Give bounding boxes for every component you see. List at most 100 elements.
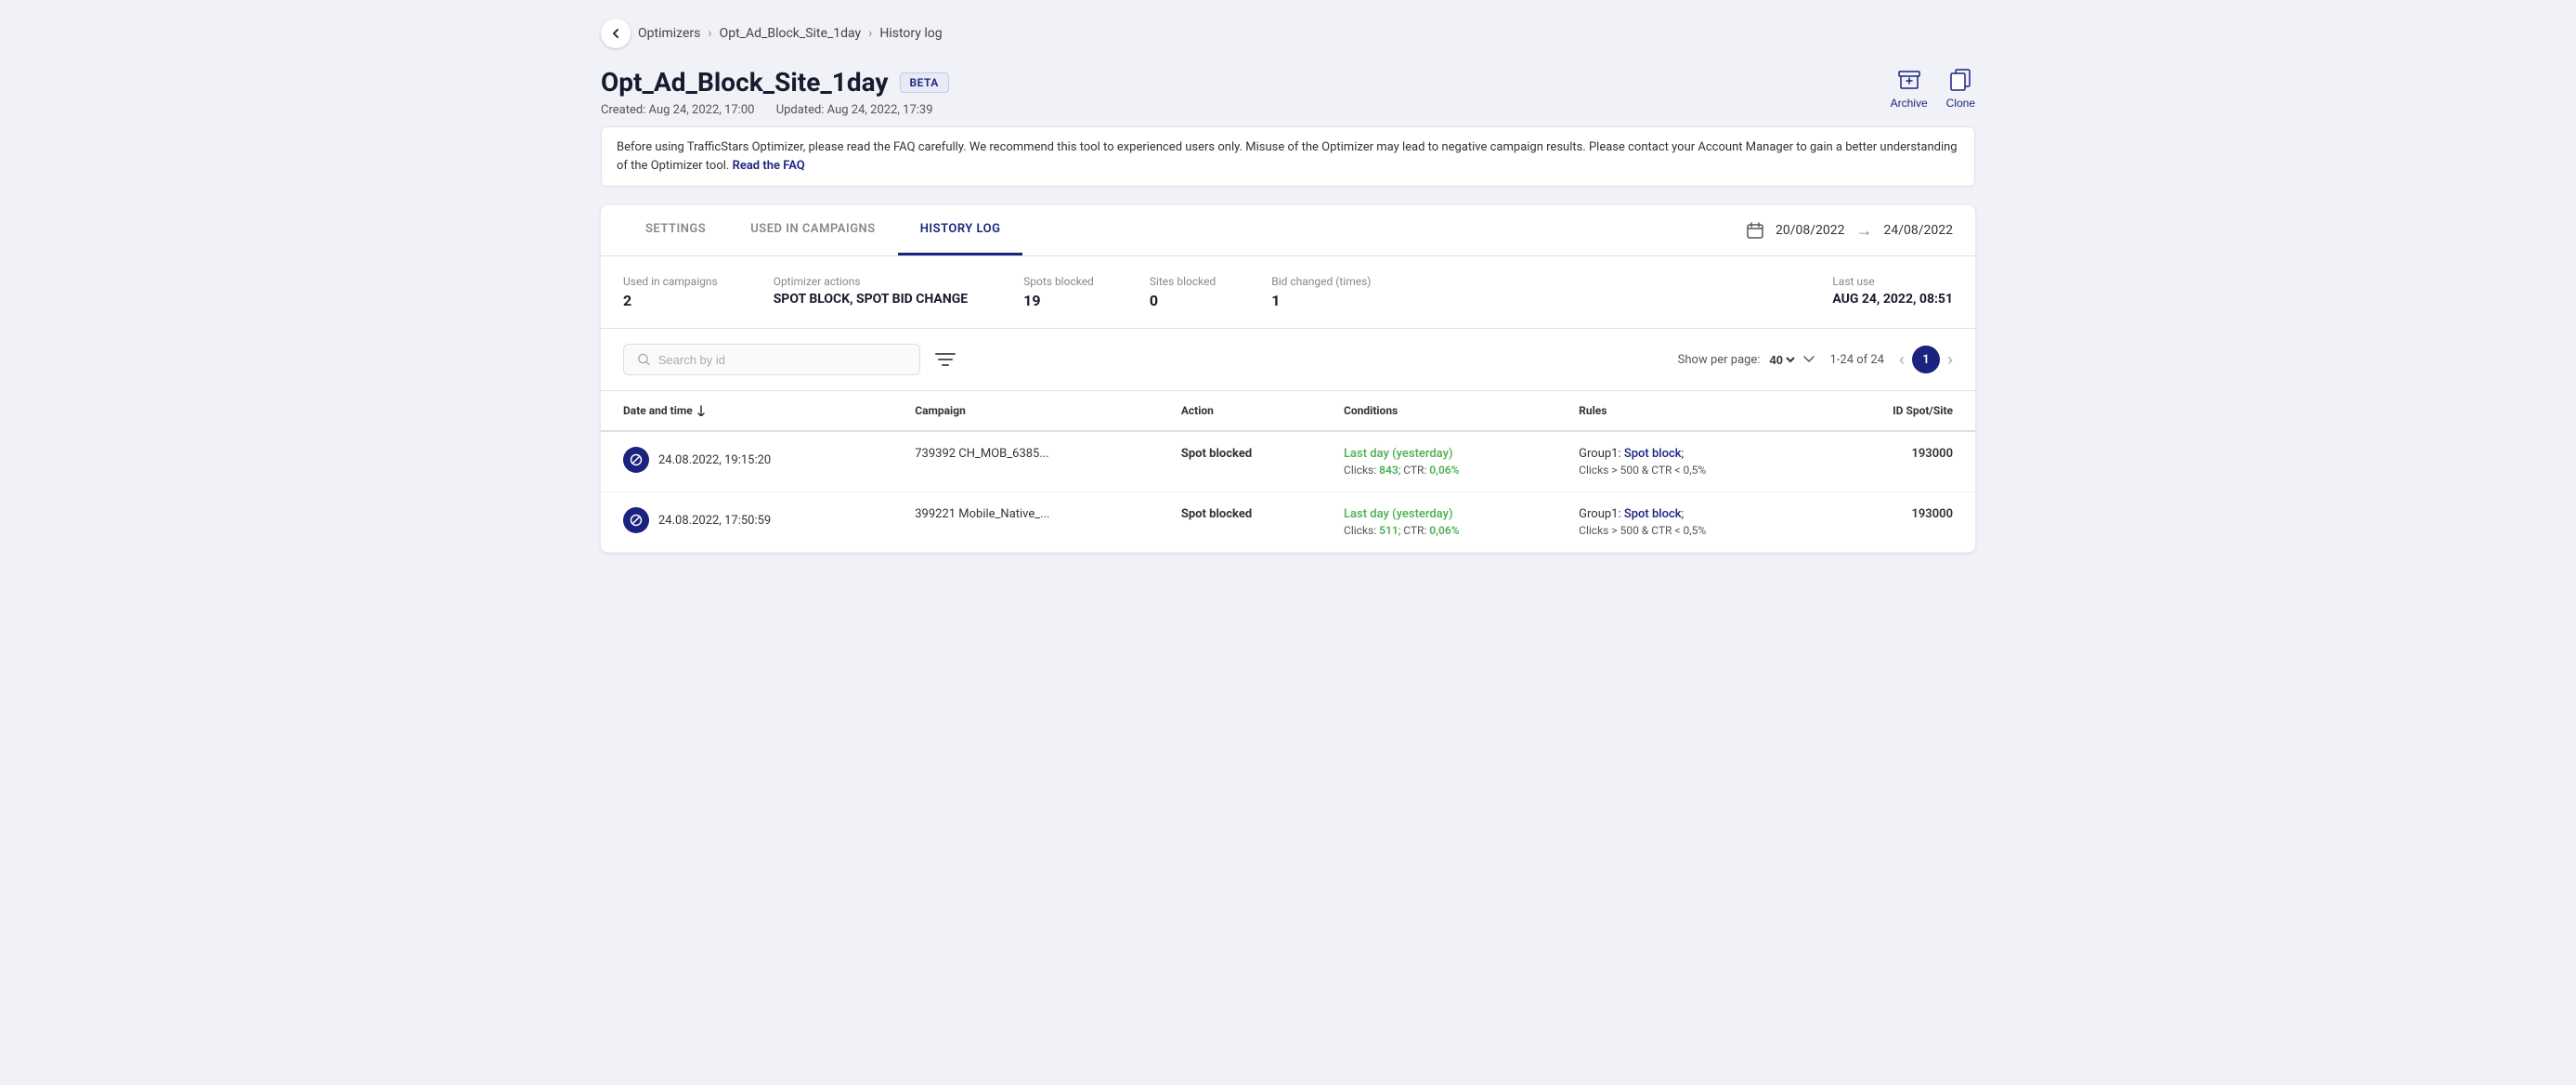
search-icon bbox=[637, 352, 651, 367]
beta-badge: BETA bbox=[900, 72, 949, 93]
created-meta: Created: Aug 24, 2022, 17:00 bbox=[601, 103, 754, 117]
cond-detail-0: Clicks: 843; CTR: 0,06% bbox=[1344, 464, 1549, 477]
th-datetime[interactable]: Date and time bbox=[601, 391, 900, 431]
rule-detail-1: Clicks > 500 & CTR < 0,5% bbox=[1579, 524, 1802, 537]
cell-id-spot-site-0: 193000 bbox=[1817, 431, 1975, 492]
breadcrumb-sep-1: › bbox=[708, 26, 711, 41]
cell-rules-0: Group1: Spot block; Clicks > 500 & CTR <… bbox=[1564, 431, 1817, 492]
stat-value-3: 0 bbox=[1150, 292, 1216, 309]
row-icon-1 bbox=[623, 507, 649, 533]
rule-link-0[interactable]: Spot block bbox=[1624, 447, 1682, 461]
pagination-range: 1-24 of 24 bbox=[1829, 353, 1884, 367]
clone-icon bbox=[1947, 67, 1973, 93]
main-card: SETTINGS USED IN CAMPAIGNS HISTORY LOG 2… bbox=[601, 205, 1975, 553]
tab-used-in-campaigns[interactable]: USED IN CAMPAIGNS bbox=[728, 205, 897, 255]
next-page-button[interactable]: › bbox=[1947, 351, 1953, 368]
search-input[interactable] bbox=[658, 353, 906, 367]
cond-period-1: Last day (yesterday) bbox=[1344, 507, 1549, 521]
date-range-picker[interactable]: 20/08/2022 → 24/08/2022 bbox=[1746, 221, 1953, 241]
cell-action-1: Spot blocked bbox=[1166, 492, 1329, 553]
header-actions: Archive Clone bbox=[1891, 67, 1975, 110]
cell-datetime-1: 24.08.2022, 17:50:59 bbox=[601, 492, 900, 553]
arrow-left-icon bbox=[608, 26, 623, 41]
table-row: 24.08.2022, 19:15:20 739392 CH_MOB_6385.… bbox=[601, 431, 1975, 492]
block-icon-0 bbox=[630, 453, 643, 466]
tabs-left: SETTINGS USED IN CAMPAIGNS HISTORY LOG bbox=[623, 205, 1022, 255]
search-bar: Show per page: 40 20 60 1-24 of 24 ‹ 1 › bbox=[601, 329, 1975, 391]
cond-detail-1: Clicks: 511; CTR: 0,06% bbox=[1344, 524, 1549, 537]
per-page-dropdown[interactable]: 40 20 60 bbox=[1765, 352, 1798, 368]
cell-datetime-text-1: 24.08.2022, 17:50:59 bbox=[658, 514, 771, 528]
archive-icon bbox=[1896, 67, 1922, 93]
stat-spots-blocked: Spots blocked 19 bbox=[1023, 275, 1094, 309]
prev-page-button[interactable]: ‹ bbox=[1899, 351, 1905, 368]
page-title: Opt_Ad_Block_Site_1day bbox=[601, 67, 889, 98]
stat-label-2: Spots blocked bbox=[1023, 275, 1094, 288]
search-input-wrap[interactable] bbox=[623, 344, 920, 375]
stat-sites-blocked: Sites blocked 0 bbox=[1150, 275, 1216, 309]
date-from: 20/08/2022 bbox=[1776, 223, 1845, 238]
stat-value-1: SPOT BLOCK, SPOT BID CHANGE bbox=[774, 292, 968, 307]
tabs-row: SETTINGS USED IN CAMPAIGNS HISTORY LOG 2… bbox=[601, 205, 1975, 256]
date-arrow: → bbox=[1856, 221, 1873, 241]
cell-rules-1: Group1: Spot block; Clicks > 500 & CTR <… bbox=[1564, 492, 1817, 553]
clone-label: Clone bbox=[1946, 97, 1975, 110]
search-left bbox=[623, 344, 956, 375]
table-wrap: Date and time Campaign Action Conditions… bbox=[601, 391, 1975, 553]
current-page[interactable]: 1 bbox=[1912, 346, 1940, 373]
breadcrumb-optimizer-name: Opt_Ad_Block_Site_1day bbox=[720, 26, 862, 41]
cond-period-0: Last day (yesterday) bbox=[1344, 447, 1549, 461]
breadcrumb-sep-2: › bbox=[868, 26, 872, 41]
cell-datetime-0: 24.08.2022, 19:15:20 bbox=[601, 431, 900, 492]
stat-optimizer-actions: Optimizer actions SPOT BLOCK, SPOT BID C… bbox=[774, 275, 968, 309]
pagination: ‹ 1 › bbox=[1899, 346, 1953, 373]
stat-bid-changed: Bid changed (times) 1 bbox=[1271, 275, 1371, 309]
block-icon-1 bbox=[630, 514, 643, 527]
breadcrumb-history-log: History log bbox=[879, 26, 942, 41]
history-table: Date and time Campaign Action Conditions… bbox=[601, 391, 1975, 553]
cond-clicks-0: 843 bbox=[1379, 464, 1399, 477]
archive-label: Archive bbox=[1891, 97, 1928, 110]
date-to: 24/08/2022 bbox=[1884, 223, 1954, 238]
stat-label-1: Optimizer actions bbox=[774, 275, 968, 288]
tab-settings[interactable]: SETTINGS bbox=[623, 205, 728, 255]
search-right: Show per page: 40 20 60 1-24 of 24 ‹ 1 › bbox=[1678, 346, 1953, 373]
meta-row: Created: Aug 24, 2022, 17:00 Updated: Au… bbox=[601, 103, 952, 117]
archive-button[interactable]: Archive bbox=[1891, 67, 1928, 110]
calendar-icon bbox=[1746, 221, 1764, 240]
back-button[interactable] bbox=[601, 19, 631, 48]
stat-value-4: 1 bbox=[1271, 292, 1371, 309]
per-page-select[interactable]: Show per page: 40 20 60 bbox=[1678, 352, 1815, 368]
rule-link-1[interactable]: Spot block bbox=[1624, 507, 1682, 521]
rule-group-0: Group1: Spot block; bbox=[1579, 447, 1802, 461]
stat-used-in-campaigns: Used in campaigns 2 bbox=[623, 275, 718, 309]
cond-ctr-1: 0,06% bbox=[1429, 524, 1459, 537]
cell-id-spot-site-1: 193000 bbox=[1817, 492, 1975, 553]
row-icon-0 bbox=[623, 447, 649, 473]
cell-datetime-text-0: 24.08.2022, 19:15:20 bbox=[658, 453, 771, 467]
filter-icon bbox=[935, 352, 956, 367]
stat-value-5: AUG 24, 2022, 08:51 bbox=[1832, 292, 1953, 307]
cond-ctr-0: 0,06% bbox=[1429, 464, 1459, 477]
clone-button[interactable]: Clone bbox=[1946, 67, 1975, 110]
breadcrumb-optimizers: Optimizers bbox=[638, 26, 700, 41]
cell-conditions-1: Last day (yesterday) Clicks: 511; CTR: 0… bbox=[1329, 492, 1564, 553]
title-section: Opt_Ad_Block_Site_1day BETA Created: Aug… bbox=[601, 67, 952, 117]
th-campaign: Campaign bbox=[900, 391, 1166, 431]
table-header: Date and time Campaign Action Conditions… bbox=[601, 391, 1975, 431]
chevron-down-icon bbox=[1803, 356, 1815, 363]
th-conditions: Conditions bbox=[1329, 391, 1564, 431]
faq-link[interactable]: Read the FAQ bbox=[733, 159, 805, 173]
cell-campaign-0: 739392 CH_MOB_6385... bbox=[900, 431, 1166, 492]
updated-meta: Updated: Aug 24, 2022, 17:39 bbox=[776, 103, 933, 117]
stat-last-use: Last use AUG 24, 2022, 08:51 bbox=[1832, 275, 1953, 309]
filter-button[interactable] bbox=[935, 352, 956, 367]
table-row: 24.08.2022, 17:50:59 399221 Mobile_Nativ… bbox=[601, 492, 1975, 553]
stat-label-0: Used in campaigns bbox=[623, 275, 718, 288]
page-wrapper: Optimizers › Opt_Ad_Block_Site_1day › Hi… bbox=[573, 0, 2003, 571]
tab-history-log[interactable]: HISTORY LOG bbox=[898, 205, 1023, 255]
th-action: Action bbox=[1166, 391, 1329, 431]
warning-text: Before using TrafficStars Optimizer, ple… bbox=[617, 140, 1958, 173]
page-header: Opt_Ad_Block_Site_1day BETA Created: Aug… bbox=[601, 67, 1975, 117]
breadcrumb: Optimizers › Opt_Ad_Block_Site_1day › Hi… bbox=[601, 19, 1975, 48]
